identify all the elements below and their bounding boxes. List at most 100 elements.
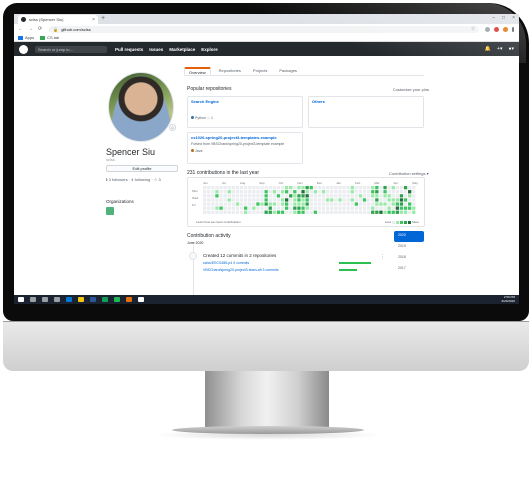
contribution-day-cell[interactable] <box>252 206 256 210</box>
url-input[interactable]: 🔒 github.com/sclss ☆ <box>49 25 480 33</box>
tab-close-icon[interactable]: × <box>92 17 95 23</box>
contribution-day-cell[interactable] <box>264 202 268 206</box>
contribution-day-cell[interactable] <box>280 186 285 190</box>
plus-icon[interactable]: +▾ <box>497 46 502 52</box>
contribution-day-cell[interactable] <box>387 186 391 190</box>
contribution-day-cell[interactable] <box>252 190 256 194</box>
contribution-day-cell[interactable] <box>272 194 276 198</box>
contribution-day-cell[interactable] <box>379 190 383 194</box>
activity-options-icon[interactable]: ⋮ <box>380 254 385 260</box>
bookmark-star-icon[interactable]: ☆ <box>471 26 475 32</box>
contribution-day-cell[interactable] <box>211 186 215 190</box>
contribution-day-cell[interactable] <box>358 198 363 202</box>
contribution-day-cell[interactable] <box>231 210 235 214</box>
contribution-day-cell[interactable] <box>412 186 416 190</box>
contribution-day-cell[interactable] <box>215 210 219 214</box>
contribution-day-cell[interactable] <box>367 202 371 206</box>
contribution-day-cell[interactable] <box>252 202 256 206</box>
contribution-day-cell[interactable] <box>391 198 395 202</box>
contribution-day-cell[interactable] <box>268 198 272 202</box>
contribution-day-cell[interactable] <box>223 186 227 190</box>
contribution-day-cell[interactable] <box>219 198 223 202</box>
contribution-day-cell[interactable] <box>403 210 408 214</box>
contribution-day-cell[interactable] <box>256 186 260 190</box>
contribution-day-cell[interactable] <box>375 206 379 210</box>
contribution-day-cell[interactable] <box>408 206 412 210</box>
contribution-day-cell[interactable] <box>399 206 404 210</box>
contribution-day-cell[interactable] <box>235 194 240 198</box>
customize-pins-link[interactable]: Customize your pins <box>393 87 429 92</box>
contribution-day-cell[interactable] <box>231 206 235 210</box>
contribution-day-cell[interactable] <box>248 202 252 206</box>
contribution-day-cell[interactable] <box>326 198 330 202</box>
contribution-day-cell[interactable] <box>252 198 256 202</box>
contribution-day-cell[interactable] <box>207 190 211 194</box>
contribution-settings-button[interactable]: Contribution settings ▾ <box>389 171 429 176</box>
contribution-day-cell[interactable] <box>408 202 412 206</box>
contribution-day-cell[interactable] <box>313 210 317 214</box>
contribution-day-cell[interactable] <box>289 194 293 198</box>
contribution-day-cell[interactable] <box>330 190 334 194</box>
contribution-day-cell[interactable] <box>362 194 367 198</box>
contribution-day-cell[interactable] <box>244 206 248 210</box>
contribution-day-cell[interactable] <box>305 186 309 190</box>
contribution-day-cell[interactable] <box>358 202 363 206</box>
contribution-day-cell[interactable] <box>399 194 404 198</box>
contribution-day-cell[interactable] <box>403 202 408 206</box>
activity-title[interactable]: Created 12 commits in 2 repositories <box>203 253 276 258</box>
tab-packages[interactable]: Packages <box>275 67 301 75</box>
contribution-day-cell[interactable] <box>375 186 379 190</box>
contribution-day-cell[interactable] <box>354 206 358 210</box>
contribution-day-cell[interactable] <box>256 202 260 206</box>
contribution-day-cell[interactable] <box>285 206 289 210</box>
contribution-day-cell[interactable] <box>239 190 244 194</box>
contribution-day-cell[interactable] <box>412 198 416 202</box>
contribution-day-cell[interactable] <box>256 198 260 202</box>
contribution-day-cell[interactable] <box>313 202 317 206</box>
contribution-day-cell[interactable] <box>367 210 371 214</box>
search-icon[interactable] <box>30 297 36 302</box>
contribution-day-cell[interactable] <box>211 194 215 198</box>
contribution-day-cell[interactable] <box>375 194 379 198</box>
contribution-day-cell[interactable] <box>293 206 297 210</box>
contribution-day-cell[interactable] <box>244 194 248 198</box>
contribution-day-cell[interactable] <box>375 202 379 206</box>
contribution-day-cell[interactable] <box>268 210 272 214</box>
contribution-day-cell[interactable] <box>334 186 338 190</box>
contribution-day-cell[interactable] <box>330 198 334 202</box>
contribution-day-cell[interactable] <box>342 186 346 190</box>
contribution-day-cell[interactable] <box>317 206 322 210</box>
contribution-day-cell[interactable] <box>227 190 231 194</box>
contribution-day-cell[interactable] <box>317 202 322 206</box>
contribution-day-cell[interactable] <box>248 206 252 210</box>
contribution-day-cell[interactable] <box>285 186 289 190</box>
contribution-day-cell[interactable] <box>326 206 330 210</box>
contribution-day-cell[interactable] <box>248 186 252 190</box>
status-emoji-icon[interactable]: ☺ <box>169 124 176 131</box>
contribution-day-cell[interactable] <box>338 194 342 198</box>
contribution-day-cell[interactable] <box>342 190 346 194</box>
contribution-day-cell[interactable] <box>408 186 412 190</box>
contribution-day-cell[interactable] <box>272 210 276 214</box>
new-tab-button[interactable]: + <box>101 15 105 23</box>
contribution-day-cell[interactable] <box>248 190 252 194</box>
contribution-day-cell[interactable] <box>297 186 301 190</box>
repo-card[interactable]: cs1026-spring20-project3-templates-examp… <box>187 132 303 164</box>
contribution-day-cell[interactable] <box>301 190 305 194</box>
contribution-day-cell[interactable] <box>342 194 346 198</box>
contribution-day-cell[interactable] <box>367 194 371 198</box>
contribution-day-cell[interactable] <box>285 190 289 194</box>
contribution-day-cell[interactable] <box>379 210 383 214</box>
contribution-day-cell[interactable] <box>211 206 215 210</box>
contribution-day-cell[interactable] <box>203 210 207 214</box>
contribution-day-cell[interactable] <box>289 198 293 202</box>
contribution-day-cell[interactable] <box>383 194 387 198</box>
bookmark-apps[interactable]: Apps <box>18 35 34 40</box>
contribution-day-cell[interactable] <box>309 194 313 198</box>
repo-name[interactable]: Others <box>312 99 420 104</box>
contribution-day-cell[interactable] <box>235 190 240 194</box>
browser-tab[interactable]: sclss (Spencer Siu) × <box>18 15 98 24</box>
contribution-day-cell[interactable] <box>293 202 297 206</box>
contribution-day-cell[interactable] <box>297 206 301 210</box>
contribution-day-cell[interactable] <box>289 202 293 206</box>
